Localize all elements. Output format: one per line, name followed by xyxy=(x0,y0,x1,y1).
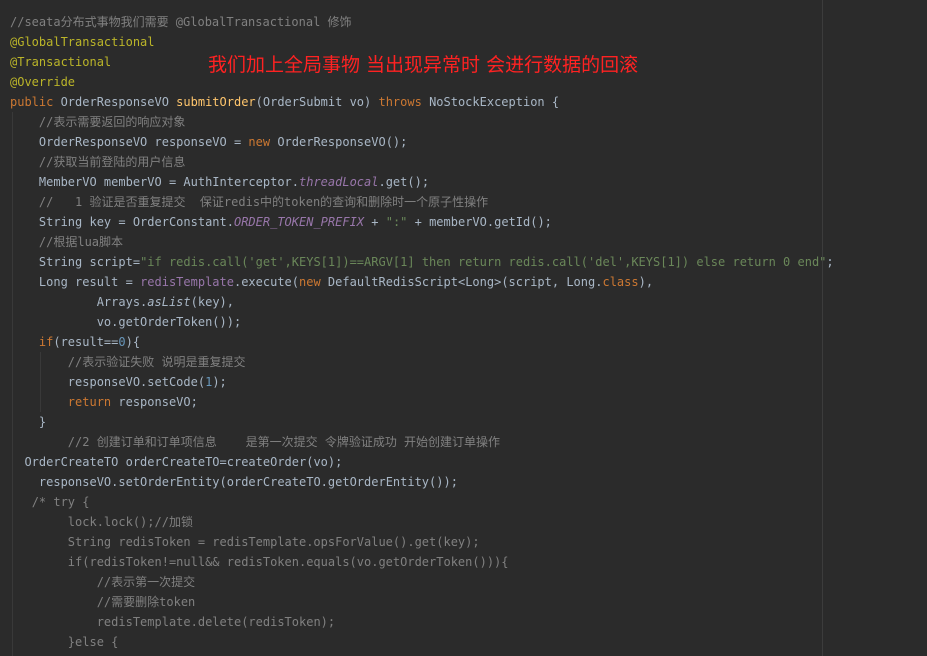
code-line: OrderCreateTO orderCreateTO=createOrder(… xyxy=(10,452,834,472)
code-line: //根据lua脚本 xyxy=(10,232,834,252)
comment: /* try { xyxy=(31,495,90,509)
code-line: OrderResponseVO responseVO = new OrderRe… xyxy=(10,132,834,152)
static-method: asList xyxy=(147,295,191,309)
comment: lock.lock();//加锁 xyxy=(67,515,193,529)
code-line: Arrays.asList(key), xyxy=(10,292,834,312)
code-line: responseVO.setCode(1); xyxy=(10,372,834,392)
code-line: //获取当前登陆的用户信息 xyxy=(10,152,834,172)
code-text: + xyxy=(364,215,386,229)
code-text: OrderCreateTO orderCreateTO=createOrder(… xyxy=(24,455,343,469)
string-literal: "if redis.call('get',KEYS[1])==ARGV[1] t… xyxy=(140,255,827,269)
code-line: //表示需要返回的响应对象 xyxy=(10,112,834,132)
code-area[interactable]: //seata分布式事物我们需要 @GlobalTransactional 修饰… xyxy=(10,12,834,652)
string-literal: ":" xyxy=(385,215,408,229)
code-line: //2 创建订单和订单项信息 是第一次提交 令牌验证成功 开始创建订单操作 xyxy=(10,432,834,452)
number-literal: 0 xyxy=(118,335,126,349)
code-line: String script="if redis.call('get',KEYS[… xyxy=(10,252,834,272)
code-text: OrderResponseVO responseVO = xyxy=(38,135,249,149)
code-line: String key = OrderConstant.ORDER_TOKEN_P… xyxy=(10,212,834,232)
comment: //获取当前登陆的用户信息 xyxy=(38,155,186,169)
code-line: redisTemplate.delete(redisToken); xyxy=(10,612,834,632)
code-line: //seata分布式事物我们需要 @GlobalTransactional 修饰 xyxy=(10,12,834,32)
code-editor[interactable]: //seata分布式事物我们需要 @GlobalTransactional 修饰… xyxy=(0,0,927,656)
code-line: return responseVO; xyxy=(10,392,834,412)
static-field: ORDER_TOKEN_PREFIX xyxy=(233,215,365,229)
code-line: //需要删除token xyxy=(10,592,834,612)
comment: //根据lua脚本 xyxy=(38,235,124,249)
code-line: responseVO.setOrderEntity(orderCreateTO.… xyxy=(10,472,834,492)
comment: //seata分布式事物我们需要 @GlobalTransactional 修饰 xyxy=(10,15,352,29)
comment: String redisToken = redisTemplate.opsFor… xyxy=(67,535,480,549)
comment: //表示验证失败 说明是重复提交 xyxy=(67,355,246,369)
code-text: ), xyxy=(638,275,654,289)
code-text: Arrays. xyxy=(96,295,148,309)
code-line: MemberVO memberVO = AuthInterceptor.thre… xyxy=(10,172,834,192)
comment: //2 创建订单和订单项信息 是第一次提交 令牌验证成功 开始创建订单操作 xyxy=(67,435,501,449)
code-text: Long result = xyxy=(38,275,141,289)
code-line: }else { xyxy=(10,632,834,652)
comment: // 1 验证是否重复提交 保证redis中的token的查询和删除时一个原子性… xyxy=(38,195,489,209)
code-text: ){ xyxy=(125,335,141,349)
keyword: return xyxy=(67,395,119,409)
comment: redisTemplate.delete(redisToken); xyxy=(96,615,336,629)
code-line: //表示第一次提交 xyxy=(10,572,834,592)
code-line: } xyxy=(10,412,834,432)
annotation: @Override xyxy=(10,75,76,89)
keyword: new xyxy=(248,135,278,149)
code-text: String key = OrderConstant. xyxy=(38,215,234,229)
code-line: vo.getOrderToken()); xyxy=(10,312,834,332)
code-line: if(result==0){ xyxy=(10,332,834,352)
code-text: responseVO.setOrderEntity(orderCreateTO.… xyxy=(38,475,458,489)
code-text: ); xyxy=(212,375,227,389)
keyword: class xyxy=(602,275,639,289)
code-text: ; xyxy=(826,255,834,269)
type-name: OrderResponseVO xyxy=(60,95,177,109)
keyword: if xyxy=(38,335,54,349)
red-annotation-note: 我们加上全局事物 当出现异常时 会进行数据的回滚 xyxy=(208,54,639,76)
code-text: (OrderSubmit vo) xyxy=(255,95,379,109)
comment: if(redisToken!=null&& redisToken.equals(… xyxy=(67,555,509,569)
annotation: @Transactional xyxy=(10,55,112,69)
code-line: @GlobalTransactional xyxy=(10,32,834,52)
field-reference: redisTemplate xyxy=(140,275,234,289)
code-text: responseVO.setCode( xyxy=(67,375,206,389)
code-text: OrderResponseVO(); xyxy=(277,135,408,149)
code-line: if(redisToken!=null&& redisToken.equals(… xyxy=(10,552,834,572)
code-text: .get(); xyxy=(378,175,430,189)
code-line: Long result = redisTemplate.execute(new … xyxy=(10,272,834,292)
code-text: responseVO; xyxy=(118,395,198,409)
code-line: /* try { xyxy=(10,492,834,512)
comment: }else { xyxy=(67,635,119,649)
comment: //需要删除token xyxy=(96,595,196,609)
comment: //表示需要返回的响应对象 xyxy=(38,115,186,129)
keyword: new xyxy=(299,275,328,289)
code-text: (result== xyxy=(53,335,119,349)
code-text: vo.getOrderToken()); xyxy=(96,315,242,329)
code-line: //表示验证失败 说明是重复提交 xyxy=(10,352,834,372)
annotation: @GlobalTransactional xyxy=(10,35,155,49)
method-name: submitOrder xyxy=(176,95,256,109)
comment: //表示第一次提交 xyxy=(96,575,196,589)
code-text: String script= xyxy=(38,255,141,269)
code-line: // 1 验证是否重复提交 保证redis中的token的查询和删除时一个原子性… xyxy=(10,192,834,212)
code-text: + memberVO.getId(); xyxy=(407,215,552,229)
code-text: MemberVO memberVO = AuthInterceptor. xyxy=(38,175,299,189)
static-field: threadLocal xyxy=(299,175,379,189)
code-text: } xyxy=(38,415,47,429)
code-text: DefaultRedisScript<Long>(script, Long. xyxy=(327,275,603,289)
code-line: String redisToken = redisTemplate.opsFor… xyxy=(10,532,834,552)
keyword: public xyxy=(10,95,61,109)
code-text: (key), xyxy=(190,295,234,309)
code-line: lock.lock();//加锁 xyxy=(10,512,834,532)
code-text: NoStockException { xyxy=(429,95,560,109)
code-text: .execute( xyxy=(233,275,300,289)
code-line: public OrderResponseVO submitOrder(Order… xyxy=(10,92,834,112)
keyword: throws xyxy=(378,95,430,109)
